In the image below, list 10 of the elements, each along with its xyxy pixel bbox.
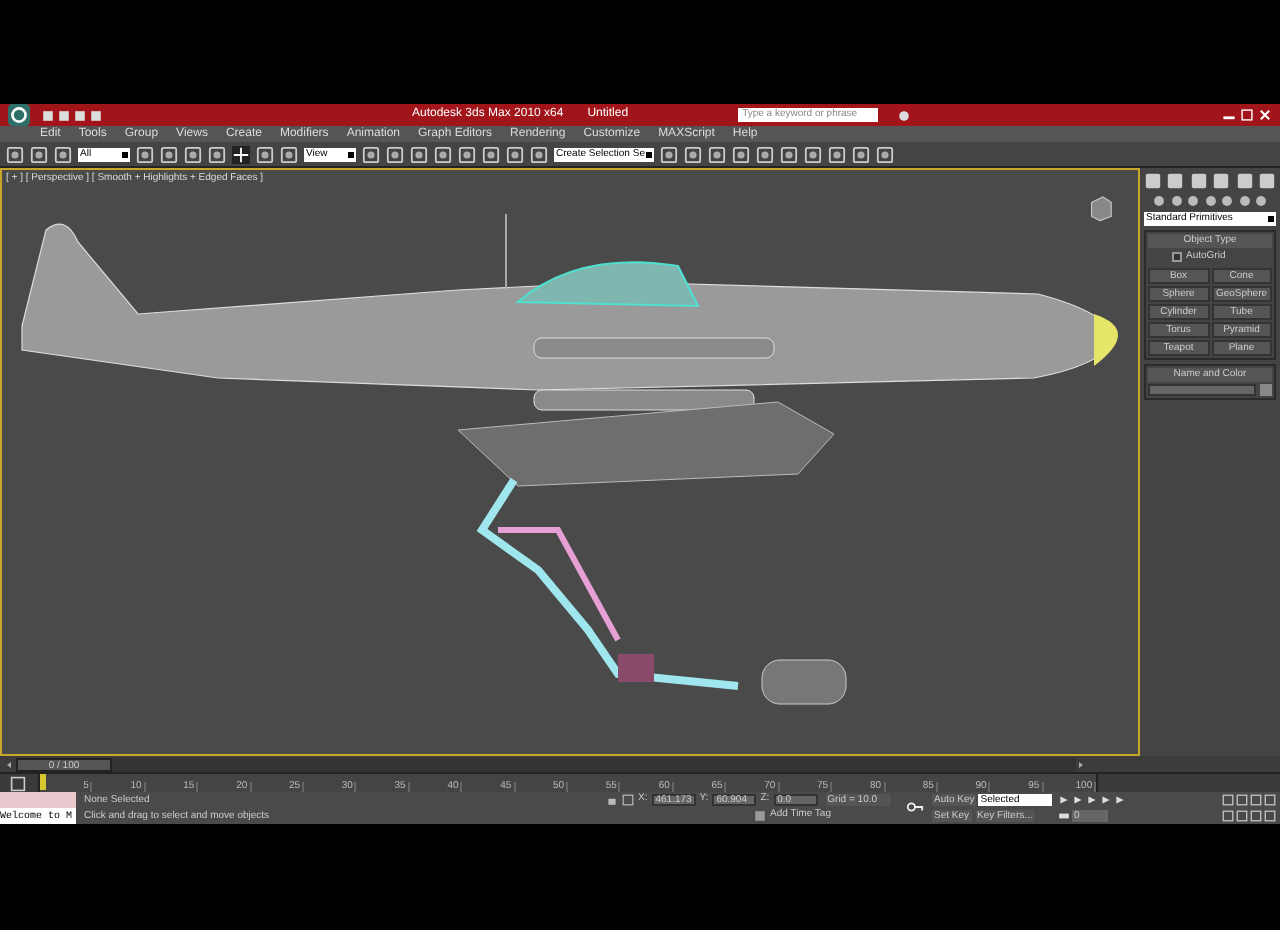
maxscript-listener-field[interactable]: [0, 792, 76, 808]
color-swatch[interactable]: [1260, 383, 1272, 395]
move-icon[interactable]: [232, 145, 250, 163]
time-marker[interactable]: [40, 774, 46, 790]
key-icon[interactable]: [906, 798, 924, 816]
maximize-icon[interactable]: [1240, 108, 1254, 122]
close-icon[interactable]: [1258, 108, 1272, 122]
autogrid-checkbox[interactable]: [1172, 252, 1182, 263]
name-field[interactable]: [1148, 383, 1256, 395]
app-logo-icon[interactable]: [8, 104, 30, 126]
